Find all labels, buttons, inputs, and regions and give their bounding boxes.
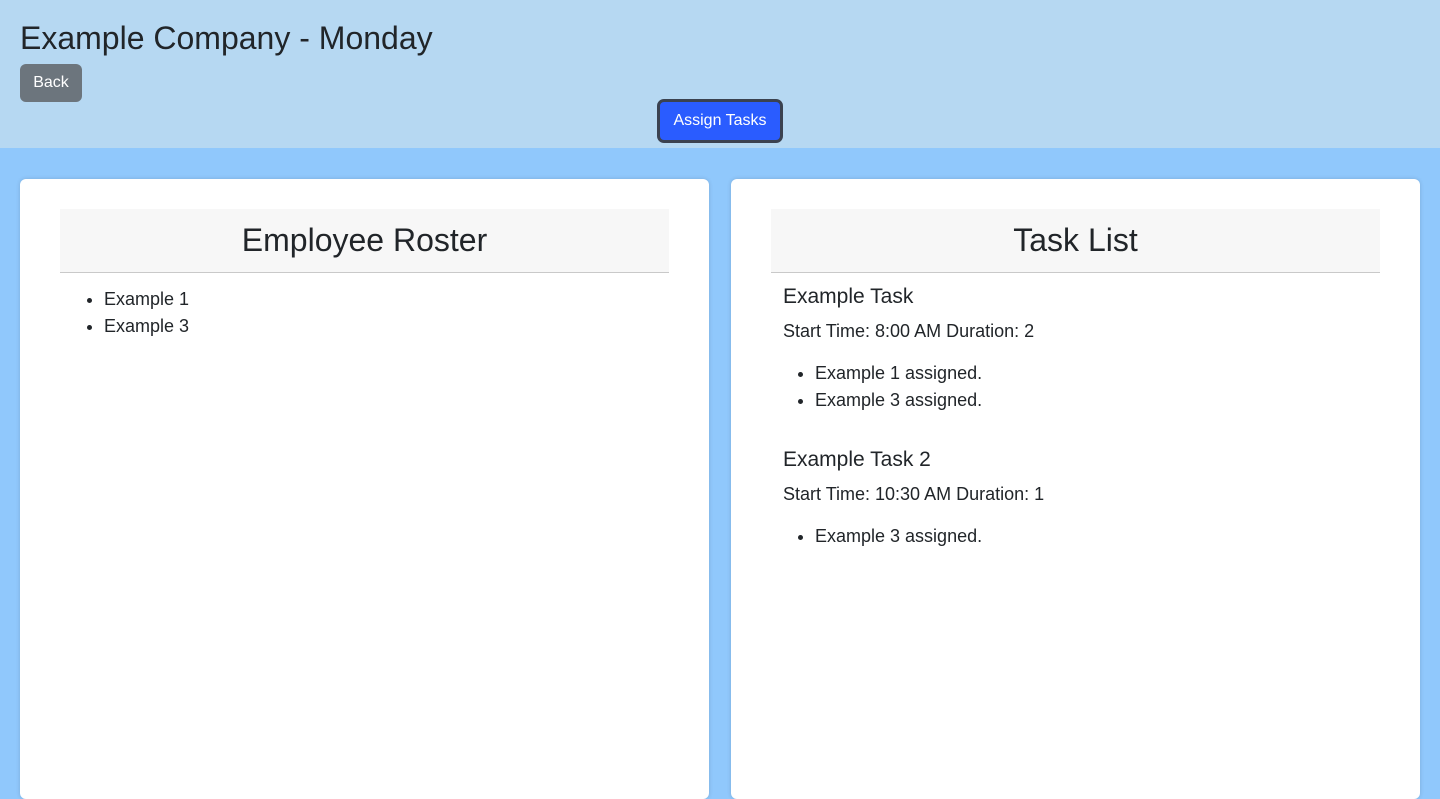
assignment-item: Example 3 assigned. [815, 523, 1363, 550]
assignment-list: Example 1 assigned. Example 3 assigned. [783, 360, 1363, 414]
assignment-item: Example 1 assigned. [815, 360, 1363, 387]
employee-roster-title: Employee Roster [241, 222, 488, 258]
task-name: Example Task 2 [783, 448, 931, 471]
page-title: Example Company - Monday [20, 20, 433, 56]
back-button[interactable]: Back [20, 64, 82, 102]
task-list: Example Task Start Time: 8:00 AM Duratio… [783, 283, 1363, 582]
assign-tasks-button[interactable]: Assign Tasks [657, 99, 783, 143]
task-list-card: Task List Example Task Start Time: 8:00 … [731, 179, 1420, 799]
assignment-list: Example 3 assigned. [783, 523, 1363, 550]
task-item: Example Task 2 Start Time: 10:30 AM Dura… [783, 446, 1363, 550]
task-meta: Start Time: 8:00 AM Duration: 2 [783, 321, 1035, 341]
header-bar: Example Company - Monday Back Assign Tas… [0, 0, 1440, 148]
task-list-header: Task List [771, 209, 1380, 273]
employee-list: Example 1 Example 3 [104, 286, 189, 340]
task-list-title: Task List [1013, 222, 1138, 258]
task-item: Example Task Start Time: 8:00 AM Duratio… [783, 283, 1363, 414]
task-name: Example Task [783, 285, 914, 308]
assignment-item: Example 3 assigned. [815, 387, 1363, 414]
task-meta: Start Time: 10:30 AM Duration: 1 [783, 484, 1045, 504]
employee-roster-header: Employee Roster [60, 209, 669, 273]
employee-item: Example 1 [104, 286, 189, 313]
employee-roster-card: Employee Roster Example 1 Example 3 [20, 179, 709, 799]
main-content: Employee Roster Example 1 Example 3 Task… [0, 148, 1440, 799]
employee-item: Example 3 [104, 313, 189, 340]
